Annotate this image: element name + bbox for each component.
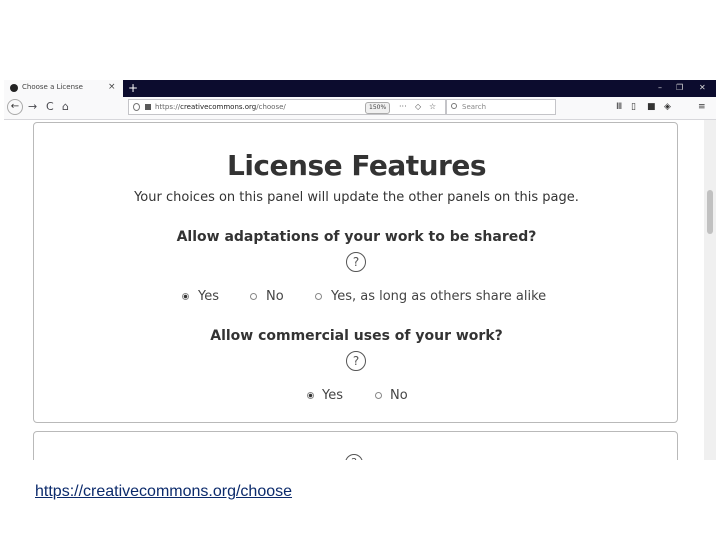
navigation-toolbar: ← → C ⌂ https://creativecommons.org/choo…	[4, 97, 716, 120]
commercial-yes-label[interactable]: Yes	[322, 388, 343, 403]
close-window-button[interactable]: ✕	[699, 82, 706, 94]
vertical-scrollbar[interactable]	[704, 120, 716, 460]
restore-button[interactable]: ❐	[676, 82, 683, 94]
zoom-level-badge[interactable]: 150%	[365, 102, 391, 114]
forward-button[interactable]: →	[28, 100, 37, 114]
next-panel-help-icon[interactable]: ?	[345, 454, 363, 460]
page-actions-icon[interactable]: ···	[399, 101, 407, 113]
tab-title: Choose a License	[22, 83, 83, 91]
reader-view-icon[interactable]: ▯	[631, 101, 636, 113]
url-text[interactable]: https://creativecommons.org/choose/	[155, 103, 286, 111]
tab-choose-license[interactable]: Choose a License ×	[4, 80, 123, 97]
new-tab-button[interactable]: +	[128, 80, 138, 96]
commercial-no-label[interactable]: No	[390, 388, 408, 403]
page-title: License Features	[226, 149, 487, 182]
adaptations-no-radio[interactable]	[250, 293, 257, 300]
back-button[interactable]: ←	[7, 99, 23, 115]
lock-icon	[145, 104, 151, 110]
tab-bar: Choose a License × + – ❐ ✕	[4, 80, 716, 97]
panel-subtitle: Your choices on this panel will update t…	[134, 190, 579, 205]
commercial-no-radio[interactable]	[375, 392, 382, 399]
adaptations-no-label[interactable]: No	[266, 289, 284, 304]
site-info-icon[interactable]	[133, 103, 140, 111]
close-tab-icon[interactable]: ×	[108, 82, 116, 93]
adaptations-question: Allow adaptations of your work to be sha…	[176, 229, 537, 245]
commercial-yes-radio[interactable]	[307, 392, 314, 399]
home-button[interactable]: ⌂	[62, 100, 69, 114]
adaptations-share-alike-radio[interactable]	[315, 293, 322, 300]
menu-icon[interactable]: ≡	[698, 101, 706, 113]
adaptations-yes-radio[interactable]	[182, 293, 189, 300]
search-input[interactable]: Search	[462, 103, 486, 111]
search-bar[interactable]: Search	[446, 99, 556, 115]
browser-window: Choose a License × + – ❐ ✕ ← → C ⌂ https…	[4, 80, 716, 460]
scrollbar-thumb[interactable]	[707, 190, 713, 234]
pocket-icon[interactable]: ◇	[415, 101, 421, 113]
next-panel: ?	[33, 431, 678, 460]
reload-button[interactable]: C	[46, 100, 54, 114]
commercial-question: Allow commercial uses of your work?	[210, 328, 503, 344]
adaptations-share-alike-label[interactable]: Yes, as long as others share alike	[331, 289, 546, 304]
commercial-help-icon[interactable]: ?	[346, 351, 366, 371]
url-bar[interactable]: https://creativecommons.org/choose/ 150%…	[128, 99, 446, 115]
addon-icon[interactable]: ■	[647, 101, 656, 113]
extension-icon[interactable]: ◈	[664, 101, 671, 113]
source-link[interactable]: https://creativecommons.org/choose	[35, 483, 292, 501]
minimize-button[interactable]: –	[658, 82, 662, 94]
adaptations-help-icon[interactable]: ?	[346, 252, 366, 272]
library-icon[interactable]: Ⅲ	[616, 101, 622, 113]
license-features-panel: License Features Your choices on this pa…	[33, 122, 678, 423]
cc-favicon-icon	[10, 84, 18, 92]
adaptations-yes-label[interactable]: Yes	[198, 289, 219, 304]
search-icon	[451, 103, 457, 109]
bookmark-star-icon[interactable]: ☆	[429, 101, 436, 113]
page-viewport: License Features Your choices on this pa…	[4, 120, 704, 460]
